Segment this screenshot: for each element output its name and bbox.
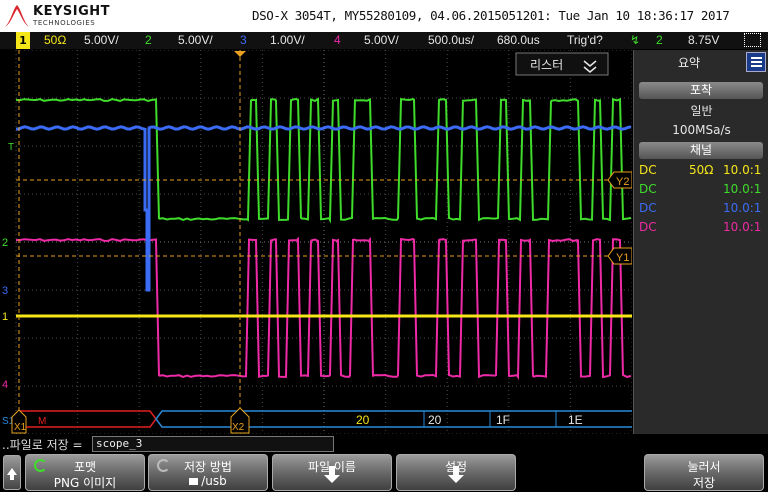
press-to-save-line1: 눌러서 [687,460,721,474]
instrument-header: KEYSIGHT TECHNOLOGIES DSO-X 3054T, MY552… [0,0,768,32]
reset-button[interactable]: 리스터 [515,52,609,76]
ch3-coupling: DC [639,201,657,215]
bus-value-4: 1E [568,413,583,427]
ch4-number[interactable]: 4 [334,33,341,47]
down-arrow-icon [324,466,340,483]
bus-value-3: 1F [496,413,510,427]
cursor-y1-marker[interactable]: Y1 [607,247,632,265]
ch1-coupling: DC [639,163,657,177]
save-method-label: 저장 방법 [184,460,232,474]
ch1-number[interactable]: 1 [16,32,30,49]
cursor-y2-marker[interactable]: Y2 [607,171,632,189]
trigger-position-marker [234,51,246,57]
trigger-source[interactable]: 2 [656,33,663,47]
channel-row-2: DC 10.0:1 [639,182,765,198]
ch4-waveform [15,236,632,381]
svg-text:Y2: Y2 [616,176,629,188]
ch4-coupling: DC [639,220,657,234]
summary-title: 요약 [677,56,701,70]
save-method-value-row: /usb [149,474,267,488]
save-method-value: /usb [201,474,227,488]
channel-row-1: DC 50Ω 10.0:1 [639,163,765,179]
ch1-ground-marker[interactable]: 1 [2,311,8,323]
ch3-waveform [15,125,632,292]
cursor-x1-marker[interactable]: X1 [11,409,27,434]
svg-text:Y1: Y1 [616,252,629,264]
bus-value-2: 20 [428,413,442,427]
channels-header[interactable]: 채널 [639,142,763,159]
serial-bus-decode [18,410,632,428]
bus-value-1: 20 [356,413,370,427]
ch1-scale[interactable]: 5.00V/ [84,33,119,47]
waveform-canvas: Y2 Y1 T 2 3 1 4 S1 M 20 20 1F 1E X1 X2 리… [2,50,632,434]
acquisition-header[interactable]: 포착 [639,82,763,99]
summary-panel: 요약 포착 일반 100MSa/s 채널 DC 50Ω 10.0:1 DC 10… [633,50,768,434]
ch3-number[interactable]: 3 [240,33,247,47]
press-to-save-softkey[interactable]: 눌러서 저장 [644,454,764,491]
channel-row-3: DC 10.0:1 [639,201,765,217]
ch3-scale[interactable]: 1.00V/ [270,33,305,47]
save-to-file-label: ..파일로 저장 = [2,438,83,452]
menu-icon[interactable] [746,52,766,72]
waveform-display[interactable]: Y2 Y1 T 2 3 1 4 S1 M 20 20 1F 1E X1 X2 리… [0,50,632,434]
brand-name: KEYSIGHT [33,4,110,19]
ch4-scale[interactable]: 5.00V/ [364,33,399,47]
ch2-ground-marker[interactable]: 2 [2,237,8,249]
channel-status-bar: 50Ω 5.00V/ 2 5.00V/ 3 1.00V/ 4 5.00V/ 50… [0,32,768,49]
channel-row-4: DC 10.0:1 [639,220,765,236]
ch4-probe: 10.0:1 [723,220,762,234]
settings-softkey[interactable]: 설정 [396,454,516,491]
ch1-probe: 10.0:1 [723,163,762,177]
softkey-bar: 포맷 PNG 이미지 저장 방법 /usb 파일 이름 설정 눌러서 저장 [0,453,768,492]
press-to-save-line2: 저장 [692,476,716,490]
window-select-icon[interactable] [744,33,761,47]
brand-sub: TECHNOLOGIES [33,19,96,27]
up-arrow-icon [7,468,17,475]
filename-field[interactable]: scope_3 [92,436,334,452]
svg-text:X1: X1 [14,422,27,433]
usb-drive-icon [189,478,199,485]
menu-up-button[interactable] [3,455,21,490]
ch4-ground-marker[interactable]: 4 [2,379,8,391]
format-label: 포맷 [73,460,97,474]
keysight-logo-icon [5,5,29,27]
trigger-level-marker: T [8,142,14,153]
time-delay[interactable]: 680.0us [497,33,540,47]
save-method-softkey[interactable]: 저장 방법 /usb [148,454,268,491]
ch2-coupling: DC [639,182,657,196]
trigger-edge-icon: ↯ [630,33,641,47]
instrument-info: DSO-X 3054T, MY55280109, 04.06.201505120… [252,8,730,23]
ch1-impedance[interactable]: 50Ω [44,33,66,47]
file-name-softkey[interactable]: 파일 이름 [272,454,392,491]
ch2-waveform [15,97,632,224]
format-softkey[interactable]: 포맷 PNG 이미지 [25,454,145,491]
svg-text:리스터: 리스터 [530,58,563,72]
down-arrow-icon [448,466,464,483]
sample-rate: 100MSa/s [672,123,731,137]
bus-value-m: M [38,416,46,427]
ch1-side-impedance: 50Ω [689,163,714,177]
trigger-status: Trig'd? [567,33,603,47]
ch3-probe: 10.0:1 [723,201,762,215]
ch2-probe: 10.0:1 [723,182,762,196]
acquisition-mode: 일반 [690,104,713,118]
format-value: PNG 이미지 [53,476,117,490]
svg-text:X2: X2 [232,422,245,433]
timebase-scale[interactable]: 500.0us/ [428,33,474,47]
trigger-level[interactable]: 8.75V [688,33,719,47]
ch2-number[interactable]: 2 [145,33,152,47]
ch3-ground-marker[interactable]: 3 [2,285,8,297]
ch2-scale[interactable]: 5.00V/ [178,33,213,47]
save-file-row: ..파일로 저장 = scope_3 [0,434,768,453]
keysight-logo: KEYSIGHT TECHNOLOGIES [3,3,123,29]
